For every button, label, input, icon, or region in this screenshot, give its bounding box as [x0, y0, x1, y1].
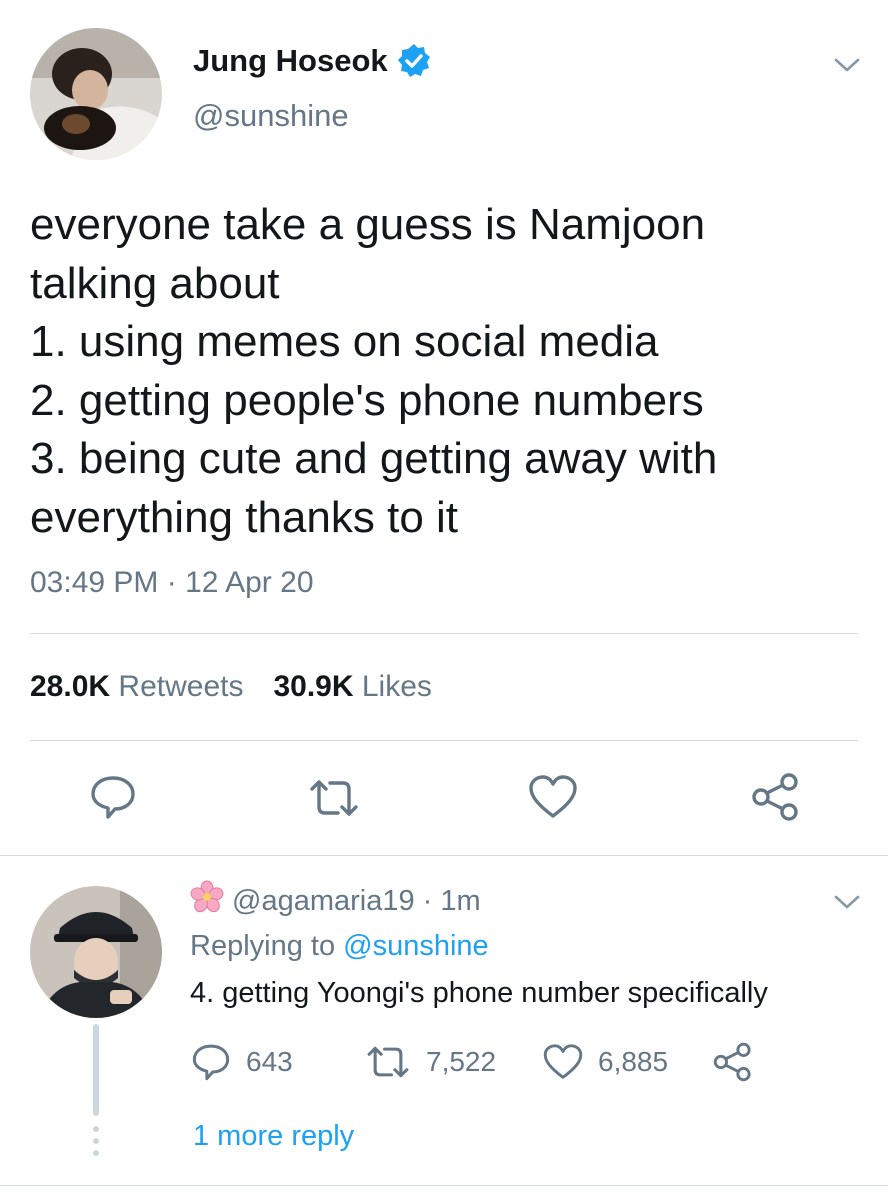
- divider: [30, 740, 858, 741]
- retweet-count: 7,522: [426, 1046, 497, 1077]
- like-icon[interactable]: [527, 773, 579, 826]
- author-name-text: Jung Hoseok: [193, 43, 388, 78]
- verified-badge-icon: [396, 43, 432, 79]
- reply-icon[interactable]: [88, 773, 138, 826]
- reply-reply-button[interactable]: 643: [190, 1040, 293, 1084]
- retweet-icon[interactable]: [306, 777, 362, 824]
- reply-retweet-button[interactable]: 7,522: [364, 1040, 496, 1084]
- divider: [30, 633, 858, 634]
- chevron-down-icon[interactable]: [832, 55, 862, 75]
- like-icon: [543, 1044, 583, 1079]
- share-icon[interactable]: [750, 771, 802, 828]
- replying-to-mention[interactable]: @sunshine: [343, 930, 489, 962]
- author-handle[interactable]: @sunshine: [193, 98, 349, 134]
- thread-dots-icon: [90, 1124, 102, 1163]
- reply-icon: [192, 1044, 230, 1081]
- reply-count: 643: [246, 1046, 293, 1077]
- more-replies-link[interactable]: 1 more reply: [193, 1120, 354, 1153]
- replying-to-label: Replying to: [190, 930, 336, 962]
- engagement-stats: 28.0K Retweets 30.9K Likes: [30, 670, 432, 704]
- reply-handle[interactable]: @agamaria19: [232, 885, 415, 918]
- likes-count: 30.9K: [273, 670, 354, 703]
- reply-time: · 1m: [422, 884, 481, 917]
- reply-author-avatar[interactable]: [30, 886, 162, 1018]
- tweet-timestamp[interactable]: 03:49 PM · 12 Apr 20: [30, 566, 314, 600]
- likes-label: Likes: [361, 670, 432, 703]
- section-divider: [0, 855, 888, 856]
- author-avatar[interactable]: [30, 28, 162, 160]
- tweet-detail-page: Jung Hoseok @sunshine everyone take a gu…: [0, 0, 888, 1200]
- section-divider: [0, 1185, 888, 1186]
- tweet-text: everyone take a guess is Namjoon talking…: [30, 200, 718, 542]
- like-count: 6,885: [598, 1046, 669, 1077]
- retweets-count: 28.0K: [30, 670, 111, 703]
- reply-like-button[interactable]: 6,885: [542, 1040, 668, 1084]
- reply-header: @agamaria19 · 1m: [190, 880, 481, 922]
- share-icon: [713, 1042, 751, 1082]
- thread-connector-line: [93, 1024, 99, 1116]
- replying-to-line: Replying to @sunshine: [190, 930, 489, 963]
- retweets-stat[interactable]: 28.0K Retweets: [30, 670, 243, 704]
- reply-text: 4. getting Yoongi's phone number specifi…: [190, 977, 768, 1009]
- author-name[interactable]: Jung Hoseok: [193, 43, 432, 79]
- cherry-blossom-icon: [190, 880, 224, 922]
- retweets-label: Retweets: [118, 670, 244, 703]
- likes-stat[interactable]: 30.9K Likes: [273, 670, 431, 704]
- chevron-down-icon[interactable]: [832, 892, 862, 912]
- retweet-icon: [367, 1046, 409, 1078]
- reply-share-button[interactable]: [712, 1040, 754, 1084]
